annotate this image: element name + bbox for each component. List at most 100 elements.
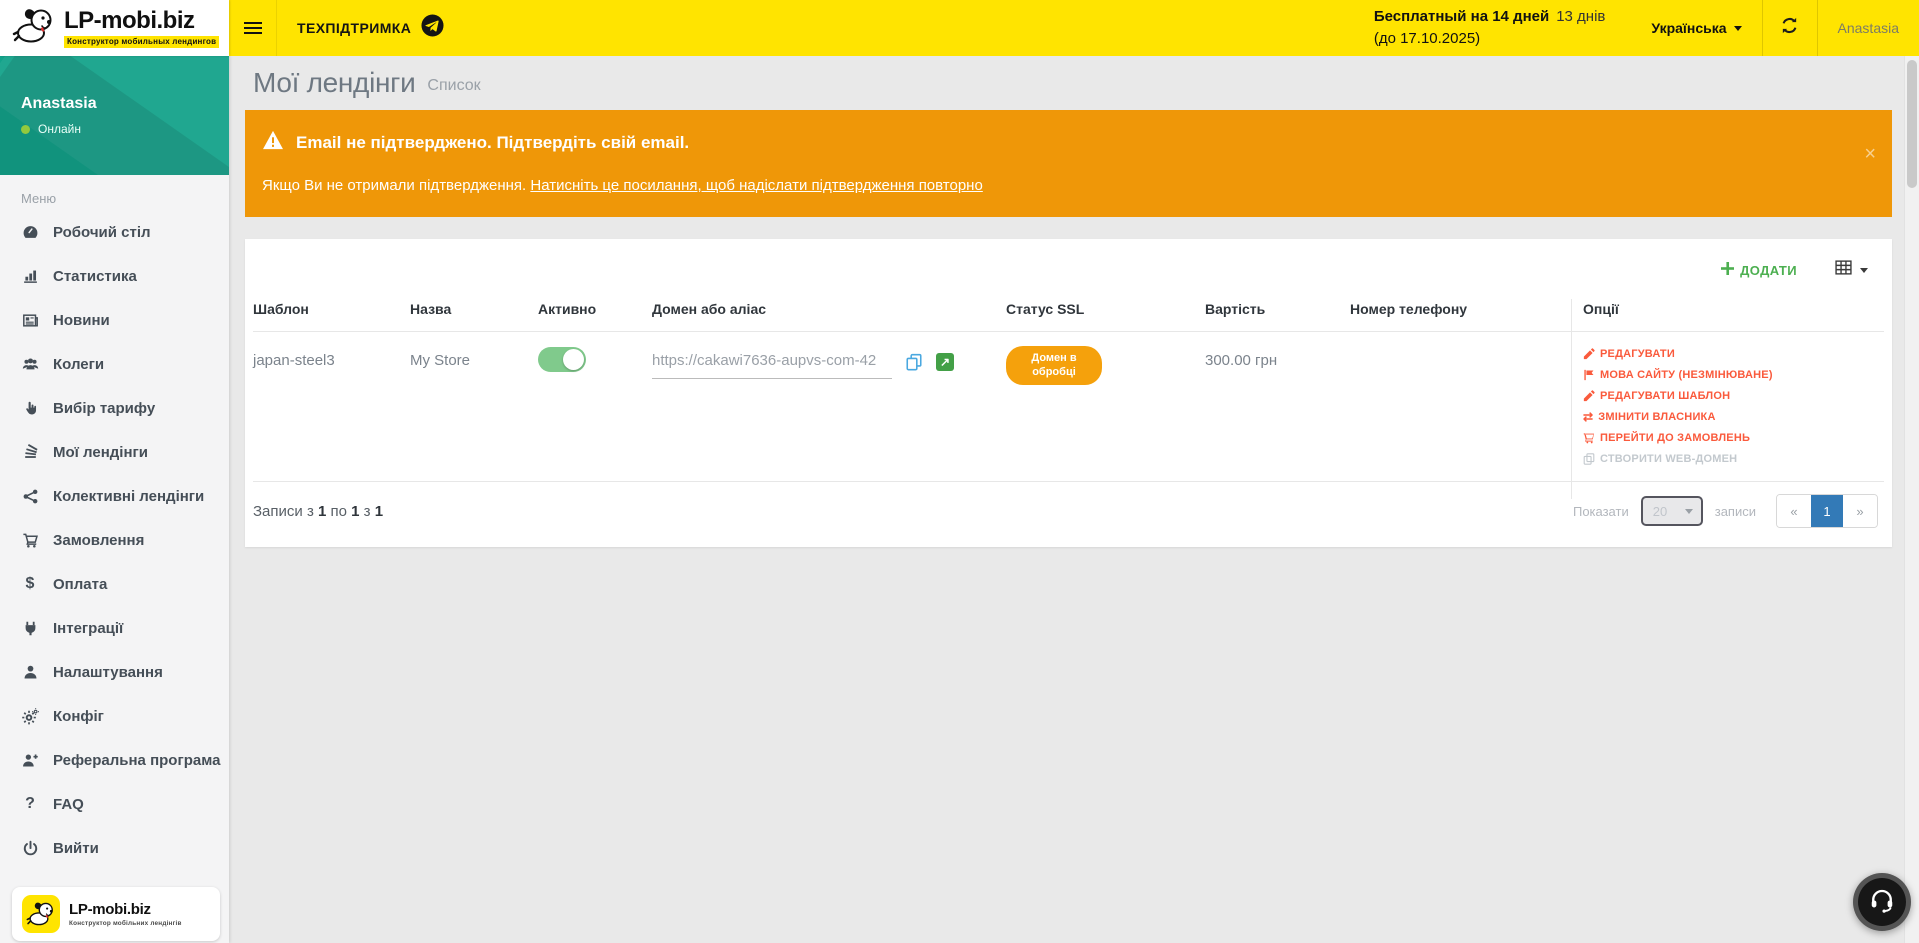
refresh-button[interactable]	[1763, 0, 1817, 56]
question-icon: ?	[21, 795, 39, 813]
alert-text: Якщо Ви не отримали підтвердження. Натис…	[262, 177, 1846, 194]
sidebar-item-statistics[interactable]: Статистика	[0, 254, 229, 298]
sidebar-user-name: Anastasia	[21, 95, 229, 113]
telegram-icon[interactable]	[421, 14, 444, 42]
menu-section-label: Меню	[21, 191, 229, 206]
sidebar-item-logout[interactable]: Вийти	[0, 826, 229, 870]
sidebar-item-integrations[interactable]: Інтеграції	[0, 606, 229, 650]
sidebar-item-label: Вийти	[53, 840, 99, 857]
domain-input[interactable]	[652, 344, 892, 379]
records-label: записи	[1715, 504, 1756, 519]
page-subtitle: Список	[427, 77, 480, 95]
ssl-status-badge: Домен в обробці	[1006, 346, 1102, 385]
headset-icon	[1868, 886, 1896, 919]
sidebar-item-label: Новини	[53, 312, 110, 329]
pagination-group: « 1 »	[1776, 494, 1878, 528]
copy-icon[interactable]	[905, 353, 923, 371]
option-edit[interactable]: РЕДАГУВАТИ	[1583, 348, 1884, 360]
sidebar-item-settings[interactable]: Налаштування	[0, 650, 229, 694]
dashboard-icon	[21, 223, 39, 241]
page-header: Мої лендінги Список	[245, 56, 1892, 110]
cell-options: РЕДАГУВАТИ МОВА САЙТУ (НЕЗМІНЮВАНЕ) РЕДА…	[1571, 344, 1884, 465]
cell-ssl-status: Домен в обробці	[1006, 344, 1205, 385]
trial-info: Бесплатный на 14 дней13 днів (до 17.10.2…	[1374, 0, 1632, 56]
hamburger-menu-icon[interactable]	[229, 0, 277, 56]
sidebar-item-label: Замовлення	[53, 532, 144, 549]
option-create-web-domain: СТВОРИТИ WEB-ДОМЕН	[1583, 453, 1884, 465]
vertical-scrollbar[interactable]	[1904, 56, 1919, 943]
toggle-knob	[563, 349, 584, 370]
alert-title: Email не підтверджено. Підтвердіть свій …	[296, 133, 689, 153]
sidebar-item-label: Колективні лендінги	[53, 488, 204, 505]
pagination-page-1[interactable]: 1	[1811, 495, 1843, 527]
sidebar-item-my-landings[interactable]: Мої лендінги	[0, 430, 229, 474]
language-label: Українська	[1651, 20, 1726, 36]
topbar-username[interactable]: Anastasia	[1818, 0, 1919, 56]
sidebar-item-label: Інтеграції	[53, 620, 123, 637]
sidebar-item-dashboard[interactable]: Робочий стіл	[0, 210, 229, 254]
column-visibility-button[interactable]	[1835, 260, 1868, 280]
table-row: japan-steel3 My Store ↗ Домен в обробці	[253, 332, 1884, 465]
sidebar-item-label: Колеги	[53, 356, 104, 373]
option-label: МОВА САЙТУ (НЕЗМІНЮВАНЕ)	[1600, 369, 1773, 381]
table-footer: Записи з 1 по 1 з 1 Показати 20 записи «…	[253, 481, 1884, 542]
share-icon	[21, 487, 39, 505]
sidebar-item-orders[interactable]: Замовлення	[0, 518, 229, 562]
sidebar-item-payment[interactable]: $ Оплата	[0, 562, 229, 606]
support-link[interactable]: ТЕХПІДТРИМКА	[277, 0, 460, 56]
page-size-select[interactable]: 20	[1641, 496, 1703, 526]
open-site-icon[interactable]: ↗	[936, 353, 954, 371]
logo-title: LP-mobi.biz	[64, 9, 219, 33]
sidebar-footer-logo[interactable]: LP-mobi.biz Конструктор мобільних лендін…	[12, 887, 220, 941]
language-selector[interactable]: Українська	[1631, 0, 1761, 56]
cell-phone	[1350, 344, 1571, 352]
warning-icon	[262, 130, 284, 155]
cart-icon	[21, 531, 39, 549]
support-chat-button[interactable]	[1853, 873, 1911, 931]
column-header-name: Назва	[410, 301, 538, 317]
landings-stack-icon	[21, 443, 39, 461]
sidebar-item-label: FAQ	[53, 796, 84, 813]
user-plus-icon	[21, 751, 39, 769]
chevron-down-icon	[1685, 509, 1693, 514]
option-label: РЕДАГУВАТИ	[1600, 348, 1675, 360]
dog-mascot-icon	[22, 895, 60, 933]
footer-logo-subtitle: Конструктор мобільних лендінгів	[69, 920, 182, 927]
option-change-owner[interactable]: ⇄ ЗМІНИТИ ВЛАСНИКА	[1583, 411, 1884, 423]
resend-confirmation-link[interactable]: Натисніть це посилання, щоб надіслати пі…	[530, 177, 982, 194]
sidebar-item-news[interactable]: Новини	[0, 298, 229, 342]
column-header-template: Шаблон	[253, 301, 410, 317]
option-label: СТВОРИТИ WEB-ДОМЕН	[1600, 453, 1737, 465]
app-logo[interactable]: LP-mobi.biz Конструктор мобильных лендин…	[0, 0, 229, 56]
column-header-phone: Номер телефону	[1350, 301, 1571, 317]
option-edit-template[interactable]: РЕДАГУВАТИ ШАБЛОН	[1583, 390, 1884, 402]
sidebar-item-colleagues[interactable]: Колеги	[0, 342, 229, 386]
pagination-next-button[interactable]: »	[1843, 495, 1877, 527]
pagination-prev-button[interactable]: «	[1777, 495, 1811, 527]
sidebar-item-faq[interactable]: ? FAQ	[0, 782, 229, 826]
alert-title-row: Email не підтверджено. Підтвердіть свій …	[262, 130, 1846, 155]
option-site-language[interactable]: МОВА САЙТУ (НЕЗМІНЮВАНЕ)	[1583, 369, 1884, 381]
close-icon[interactable]: ×	[1864, 144, 1876, 164]
active-toggle[interactable]	[538, 347, 586, 372]
plug-icon	[21, 619, 39, 637]
table-header-row: Шаблон Назва Активно Домен або аліас Ста…	[253, 291, 1884, 332]
sidebar-item-collective-landings[interactable]: Колективні лендінги	[0, 474, 229, 518]
records-info: Записи з 1 по 1 з 1	[253, 503, 383, 520]
cell-active	[538, 344, 652, 372]
column-header-price: Вартість	[1205, 301, 1350, 317]
trial-plan: Бесплатный на 14 дней	[1374, 8, 1549, 25]
landings-card: ДОДАТИ Шаблон Назва Активно Домен або ал…	[245, 239, 1892, 547]
refresh-icon	[1780, 16, 1799, 40]
sidebar-user-status: Онлайн	[21, 122, 229, 136]
scrollbar-thumb[interactable]	[1907, 60, 1917, 188]
sidebar-item-config[interactable]: Конфіг	[0, 694, 229, 738]
add-landing-button[interactable]: ДОДАТИ	[1721, 262, 1797, 278]
option-label: ПЕРЕЙТИ ДО ЗАМОВЛЕНЬ	[1600, 432, 1750, 444]
column-header-ssl: Статус SSL	[1006, 301, 1205, 317]
sidebar-item-referral[interactable]: Реферальна програма	[0, 738, 229, 782]
cell-domain: ↗	[652, 344, 1006, 379]
sidebar-item-label: Реферальна програма	[53, 752, 220, 769]
sidebar-item-tariff[interactable]: Вибір тарифу	[0, 386, 229, 430]
option-go-to-orders[interactable]: ПЕРЕЙТИ ДО ЗАМОВЛЕНЬ	[1583, 432, 1884, 444]
